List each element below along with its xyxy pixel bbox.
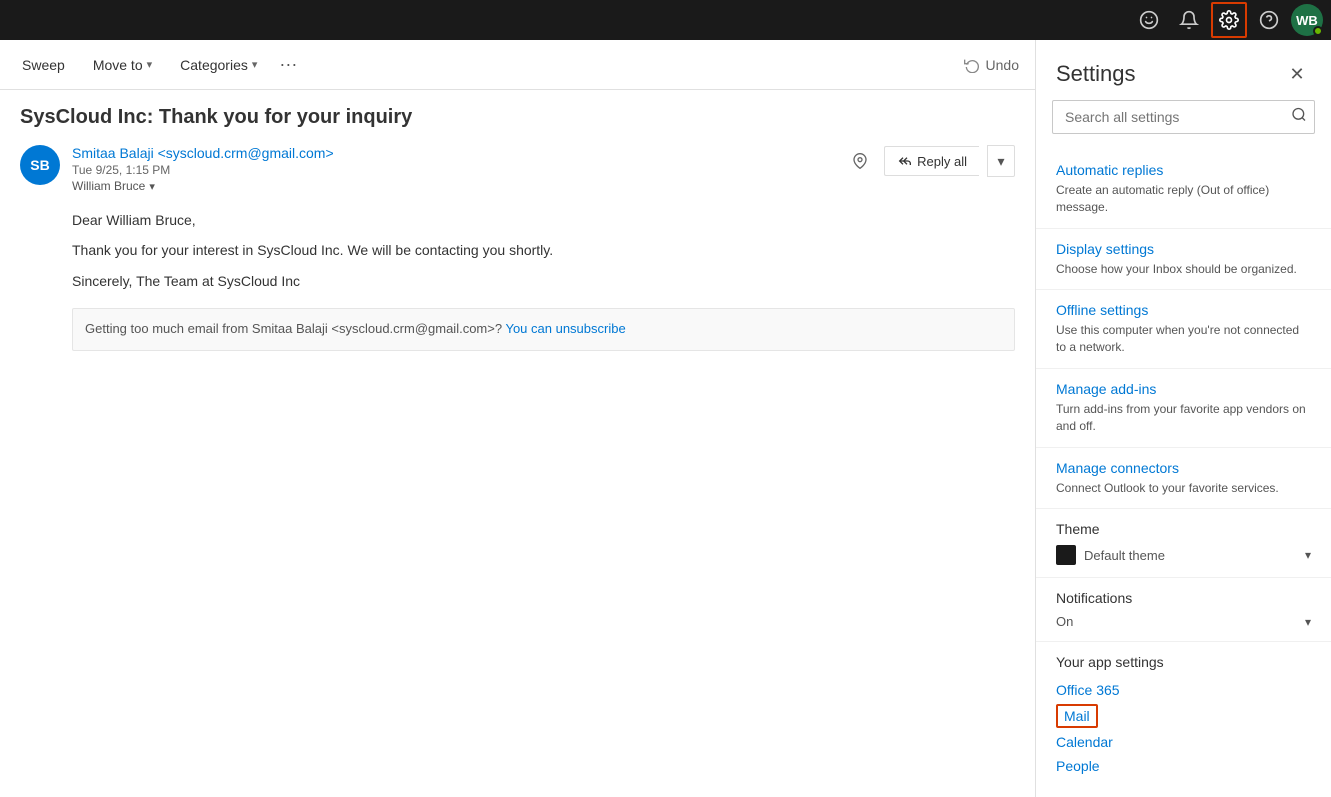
help-icon[interactable] (1251, 2, 1287, 38)
move-to-chevron-icon: ▾ (147, 58, 153, 71)
email-to-label: William Bruce (72, 179, 145, 193)
settings-notifications-title: Notifications (1056, 590, 1311, 606)
notifications-chevron-icon: ▾ (1305, 615, 1311, 629)
sender-initials: SB (30, 157, 49, 173)
settings-search (1052, 100, 1315, 134)
categories-button[interactable]: Categories ▾ (174, 53, 263, 77)
theme-dropdown[interactable]: Default theme ▾ (1056, 545, 1311, 565)
undo-button[interactable]: Undo (964, 57, 1019, 73)
settings-item-addins[interactable]: Manage add-ins Turn add-ins from your fa… (1036, 369, 1331, 448)
email-viewer: SysCloud Inc: Thank you for your inquiry… (0, 90, 1035, 797)
email-body: Dear William Bruce, Thank you for your i… (20, 209, 1015, 351)
sweep-button[interactable]: Sweep (16, 53, 71, 77)
settings-item-desc: Connect Outlook to your favorite service… (1056, 480, 1311, 497)
reply-all-button[interactable]: Reply all (884, 146, 979, 176)
avatar-initials: WB (1296, 13, 1318, 28)
move-to-label: Move to (93, 57, 143, 73)
email-subject: SysCloud Inc: Thank you for your inquiry (20, 106, 1015, 129)
settings-item-connectors[interactable]: Manage connectors Connect Outlook to you… (1036, 448, 1331, 510)
undo-label: Undo (986, 57, 1019, 73)
settings-item-title: Display settings (1056, 241, 1311, 257)
settings-item-desc: Use this computer when you're not connec… (1056, 322, 1311, 356)
theme-chevron-icon: ▾ (1305, 548, 1311, 562)
sender-name[interactable]: Smitaa Balaji <syscloud.crm@gmail.com> (72, 145, 844, 161)
sweep-label: Sweep (22, 57, 65, 73)
settings-item-title: Manage connectors (1056, 460, 1311, 476)
settings-header: Settings ✕ (1036, 40, 1331, 100)
settings-item-automatic-replies[interactable]: Automatic replies Create an automatic re… (1036, 150, 1331, 229)
email-header: SB Smitaa Balaji <syscloud.crm@gmail.com… (20, 145, 1015, 193)
settings-item-display[interactable]: Display settings Choose how your Inbox s… (1036, 229, 1331, 291)
settings-notifications-section: Notifications On ▾ (1036, 578, 1331, 642)
bell-icon[interactable] (1171, 2, 1207, 38)
email-meta: Smitaa Balaji <syscloud.crm@gmail.com> T… (72, 145, 844, 193)
unsubscribe-bar: Getting too much email from Smitaa Balaj… (72, 308, 1015, 351)
settings-title: Settings (1056, 61, 1136, 87)
pin-icon[interactable] (844, 145, 876, 177)
your-app-settings: Your app settings Office 365 Mail Calend… (1036, 642, 1331, 782)
settings-item-title: Manage add-ins (1056, 381, 1311, 397)
reply-dropdown-button[interactable]: ▾ (987, 145, 1015, 177)
settings-theme-section: Theme Default theme ▾ (1036, 509, 1331, 578)
settings-item-title: Automatic replies (1056, 162, 1311, 178)
categories-label: Categories (180, 57, 248, 73)
settings-close-button[interactable]: ✕ (1283, 60, 1311, 88)
people-link[interactable]: People (1056, 754, 1311, 778)
email-area: Sweep Move to ▾ Categories ▾ ··· Undo Sy… (0, 40, 1035, 797)
theme-left: Default theme (1056, 545, 1165, 565)
settings-panel: Settings ✕ Automatic replies Create an a… (1035, 40, 1331, 797)
sender-avatar: SB (20, 145, 60, 185)
email-closing: Sincerely, The Team at SysCloud Inc (72, 270, 1015, 292)
email-toolbar: Sweep Move to ▾ Categories ▾ ··· Undo (0, 40, 1035, 90)
settings-item-desc: Create an automatic reply (Out of office… (1056, 182, 1311, 216)
avatar[interactable]: WB (1291, 4, 1323, 36)
settings-search-input[interactable] (1052, 100, 1315, 134)
email-date: Tue 9/25, 1:15 PM (72, 163, 844, 177)
settings-item-desc: Turn add-ins from your favorite app vend… (1056, 401, 1311, 435)
reply-all-label: Reply all (917, 154, 967, 169)
unsubscribe-text: Getting too much email from Smitaa Balaj… (85, 321, 502, 336)
online-indicator (1313, 26, 1323, 36)
email-to-chevron-icon: ▾ (149, 180, 155, 193)
mail-link[interactable]: Mail (1056, 704, 1098, 728)
theme-swatch (1056, 545, 1076, 565)
your-app-settings-title: Your app settings (1056, 654, 1311, 670)
notifications-dropdown[interactable]: On ▾ (1056, 614, 1311, 629)
settings-item-title: Offline settings (1056, 302, 1311, 318)
gear-icon[interactable] (1211, 2, 1247, 38)
office365-link[interactable]: Office 365 (1056, 678, 1311, 702)
more-options-button[interactable]: ··· (279, 54, 297, 75)
search-icon[interactable] (1291, 107, 1307, 128)
settings-item-desc: Choose how your Inbox should be organize… (1056, 261, 1311, 278)
main-content: Sweep Move to ▾ Categories ▾ ··· Undo Sy… (0, 40, 1331, 797)
email-greeting: Dear William Bruce, (72, 209, 1015, 231)
settings-item-offline[interactable]: Offline settings Use this computer when … (1036, 290, 1331, 369)
email-paragraph1: Thank you for your interest in SysCloud … (72, 239, 1015, 261)
skype-icon[interactable] (1131, 2, 1167, 38)
move-to-button[interactable]: Move to ▾ (87, 53, 158, 77)
theme-name: Default theme (1084, 548, 1165, 563)
top-bar: WB (0, 0, 1331, 40)
calendar-link[interactable]: Calendar (1056, 730, 1311, 754)
email-actions: Reply all ▾ (844, 145, 1015, 177)
settings-theme-title: Theme (1056, 521, 1311, 537)
top-bar-icons: WB (1131, 2, 1323, 38)
email-to[interactable]: William Bruce ▾ (72, 179, 844, 193)
unsubscribe-link[interactable]: You can unsubscribe (505, 321, 625, 336)
categories-chevron-icon: ▾ (252, 58, 258, 71)
notifications-value: On (1056, 614, 1073, 629)
